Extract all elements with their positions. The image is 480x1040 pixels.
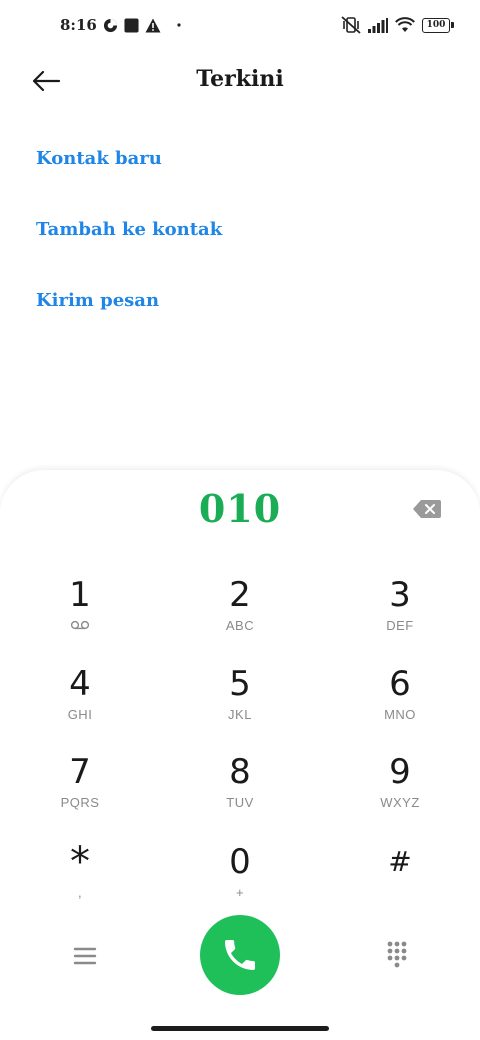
key-letters: ABC xyxy=(225,618,255,633)
privacy-indicator-icon xyxy=(103,18,118,33)
key-digit: 2 xyxy=(229,575,251,615)
key-1[interactable]: 1 xyxy=(10,575,150,655)
key-digit: 8 xyxy=(229,752,251,792)
voicemail-icon xyxy=(10,617,150,635)
key-8[interactable]: 8 TUV xyxy=(170,752,310,832)
app-notification-icon xyxy=(124,17,139,33)
key-letters: WXYZ xyxy=(380,795,420,810)
key-3[interactable]: 3 DEF xyxy=(330,575,470,655)
key-letters: GHI xyxy=(67,707,93,722)
key-digit: 3 xyxy=(389,575,411,615)
key-0[interactable]: 0 + xyxy=(170,842,310,922)
key-letters: MNO xyxy=(384,707,416,722)
key-2[interactable]: 2 ABC xyxy=(170,575,310,655)
new-contact-link[interactable]: Kontak baru xyxy=(36,140,222,211)
dialpad-icon xyxy=(387,941,407,968)
key-star[interactable]: * , xyxy=(10,842,150,922)
key-digit: # xyxy=(388,845,412,878)
key-letters: + xyxy=(235,885,245,900)
signal-icon xyxy=(368,17,388,33)
key-digit: 9 xyxy=(389,752,411,792)
call-button[interactable] xyxy=(200,915,280,995)
keypad-toggle-button[interactable] xyxy=(382,939,412,971)
page-title: Terkini xyxy=(196,66,284,92)
key-digit: 1 xyxy=(69,575,91,615)
dialed-number: 010 xyxy=(198,486,282,531)
key-6[interactable]: 6 MNO xyxy=(330,664,470,744)
battery-icon: 100 xyxy=(422,17,454,33)
warning-icon xyxy=(145,18,161,33)
dot-icon xyxy=(177,23,181,27)
key-7[interactable]: 7 PQRS xyxy=(10,752,150,832)
key-digit: 0 xyxy=(229,842,251,882)
key-digit: 4 xyxy=(69,664,91,704)
backspace-icon xyxy=(413,500,441,518)
key-letters: PQRS xyxy=(60,795,100,810)
key-digit: 5 xyxy=(229,664,251,704)
key-letters: JKL xyxy=(228,707,252,722)
status-time: 8:16 xyxy=(60,16,97,34)
key-digit: 7 xyxy=(69,752,91,792)
wifi-icon xyxy=(395,17,415,33)
key-letters: TUV xyxy=(226,795,254,810)
key-digit: * xyxy=(70,839,90,885)
add-to-contact-link[interactable]: Tambah ke kontak xyxy=(36,211,222,282)
header: Terkini xyxy=(0,56,480,106)
key-4[interactable]: 4 GHI xyxy=(10,664,150,744)
menu-button[interactable] xyxy=(68,943,102,969)
key-9[interactable]: 9 WXYZ xyxy=(330,752,470,832)
action-list: Kontak baru Tambah ke kontak Kirim pesan xyxy=(36,140,222,353)
backspace-button[interactable] xyxy=(412,498,442,520)
dialer-bottom-bar xyxy=(0,915,480,995)
key-letters: DEF xyxy=(386,618,414,633)
status-bar: 8:16 100 xyxy=(0,0,480,56)
vibrate-off-icon xyxy=(341,16,361,34)
home-indicator[interactable] xyxy=(151,1026,329,1031)
dialer-panel: 010 1 2 ABC 3 DEF 4 GHI 5 JKL 6 MNO 7 PQ… xyxy=(0,470,480,1040)
key-5[interactable]: 5 JKL xyxy=(170,664,310,744)
status-bar-left: 8:16 xyxy=(60,16,181,34)
key-digit: 6 xyxy=(389,664,411,704)
key-letters: , xyxy=(77,885,83,900)
key-hash[interactable]: # xyxy=(330,842,470,922)
menu-icon xyxy=(73,947,97,965)
status-bar-right: 100 xyxy=(341,16,454,34)
phone-icon xyxy=(225,940,255,970)
send-message-link[interactable]: Kirim pesan xyxy=(36,282,222,353)
